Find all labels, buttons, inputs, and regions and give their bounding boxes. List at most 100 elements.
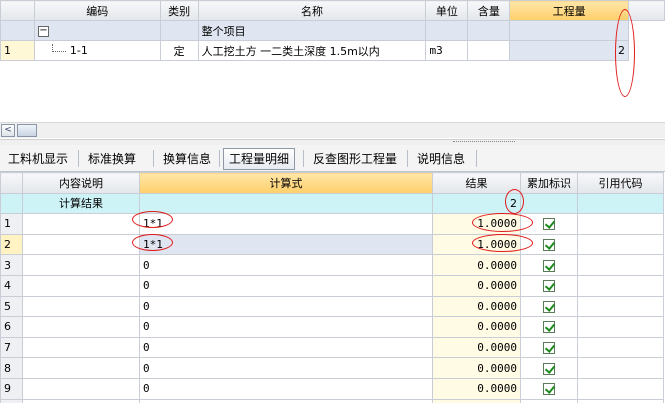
accumulate-checkbox[interactable]: [543, 362, 555, 375]
description-cell[interactable]: [22, 213, 140, 235]
description-cell[interactable]: [22, 254, 140, 276]
reference-code-cell[interactable]: [577, 336, 664, 359]
category-cell[interactable]: 定: [159, 40, 199, 61]
formula-cell[interactable]: 1*1: [139, 233, 433, 256]
horizontal-scrollbar[interactable]: <: [0, 122, 665, 138]
row-number[interactable]: 3: [0, 254, 23, 276]
accumulate-checkbox[interactable]: [543, 239, 555, 252]
scroll-left-button[interactable]: <: [1, 124, 15, 137]
accumulate-flag-cell[interactable]: [520, 233, 578, 256]
formula-cell[interactable]: 0: [139, 398, 433, 403]
formula-cell[interactable]: 0: [139, 357, 433, 379]
row-number[interactable]: 5: [0, 295, 23, 318]
total-project-row[interactable]: − 整个项目: [0, 20, 665, 41]
quantity-cell[interactable]: 2: [509, 40, 630, 61]
column-header-result[interactable]: 结果: [432, 172, 521, 194]
reference-code-cell[interactable]: [577, 357, 664, 379]
row-number[interactable]: 6: [0, 316, 23, 338]
description-cell[interactable]: [22, 377, 140, 400]
column-header-content[interactable]: 含量: [467, 0, 511, 21]
table-row[interactable]: 7 0 0.0000: [0, 336, 664, 359]
tab-quantity-detail[interactable]: 工程量明细: [223, 148, 296, 170]
row-number[interactable]: 7: [0, 336, 23, 359]
tab-conversion-info[interactable]: 换算信息: [157, 148, 217, 170]
reference-code-cell[interactable]: [577, 295, 664, 318]
table-row[interactable]: 6 0 0.0000: [0, 316, 664, 338]
table-row[interactable]: 1 1*1 1.0000: [0, 213, 664, 235]
reference-code-cell[interactable]: [577, 254, 664, 276]
accumulate-flag-cell[interactable]: [520, 336, 578, 359]
table-row[interactable]: 8 0 0.0000: [0, 357, 664, 379]
table-row[interactable]: 10 00.0000: [0, 398, 664, 403]
column-header-unit[interactable]: 单位: [425, 0, 469, 21]
column-header-category[interactable]: 类别: [159, 0, 199, 21]
table-row[interactable]: 5 0 0.0000: [0, 295, 664, 318]
formula-cell[interactable]: 0: [139, 254, 433, 276]
description-cell[interactable]: [22, 336, 140, 359]
accumulate-flag-cell[interactable]: [520, 398, 578, 403]
column-header-reference-code[interactable]: 引用代码: [577, 172, 664, 194]
formula-cell[interactable]: 0: [139, 377, 433, 400]
accumulate-flag-cell[interactable]: [520, 254, 578, 276]
accumulate-checkbox[interactable]: [543, 218, 555, 231]
name-cell[interactable]: 人工挖土方 一二类土深度 1.5m以内: [197, 40, 427, 61]
formula-cell[interactable]: 0: [139, 316, 433, 338]
table-row[interactable]: 4 0 0.0000: [0, 274, 664, 297]
formula-cell[interactable]: 0: [139, 295, 433, 318]
reference-code-cell[interactable]: [577, 377, 664, 400]
column-header-description[interactable]: 内容说明: [22, 172, 140, 194]
column-header-accumulate-flag[interactable]: 累加标识: [520, 172, 578, 194]
accumulate-flag-cell[interactable]: [520, 316, 578, 338]
accumulate-checkbox[interactable]: [543, 321, 555, 334]
accumulate-flag-cell[interactable]: [520, 213, 578, 235]
code-cell[interactable]: 1-1: [33, 40, 161, 61]
row-number[interactable]: 9: [0, 377, 23, 400]
table-row[interactable]: 1 1-1 定 人工挖土方 一二类土深度 1.5m以内 m3 2: [0, 40, 665, 61]
row-number[interactable]: 4: [0, 274, 23, 297]
table-row[interactable]: 9 0 0.0000: [0, 377, 664, 400]
content-cell[interactable]: [467, 40, 511, 61]
reference-code-cell[interactable]: [577, 398, 664, 403]
row-number[interactable]: 1: [0, 40, 35, 61]
reference-code-cell[interactable]: [577, 316, 664, 338]
tab-material-display[interactable]: 工料机显示: [2, 148, 74, 170]
description-cell[interactable]: [22, 233, 140, 256]
accumulate-flag-cell[interactable]: [520, 295, 578, 318]
reference-code-cell[interactable]: [577, 274, 664, 297]
accumulate-flag-cell[interactable]: [520, 274, 578, 297]
row-number[interactable]: 10: [0, 398, 23, 403]
tree-toggle-cell[interactable]: −: [33, 20, 161, 41]
description-cell[interactable]: [22, 357, 140, 379]
accumulate-checkbox[interactable]: [543, 280, 555, 293]
scrollbar-thumb[interactable]: [17, 124, 37, 137]
accumulate-checkbox[interactable]: [543, 300, 555, 313]
row-number[interactable]: 1: [0, 213, 23, 235]
description-cell[interactable]: [22, 398, 140, 403]
accumulate-flag-cell[interactable]: [520, 377, 578, 400]
table-row[interactable]: 3 0 0.0000: [0, 254, 664, 276]
column-header-formula[interactable]: 计算式: [139, 172, 433, 194]
description-cell[interactable]: [22, 316, 140, 338]
accumulate-checkbox[interactable]: [543, 342, 555, 355]
accumulate-checkbox[interactable]: [543, 259, 555, 272]
column-header-code[interactable]: 编码: [33, 0, 161, 21]
splitter-grip-icon[interactable]: [453, 141, 515, 144]
collapse-icon[interactable]: −: [37, 25, 49, 37]
description-cell[interactable]: [22, 274, 140, 297]
reference-code-cell[interactable]: [577, 233, 664, 256]
accumulate-checkbox[interactable]: [543, 383, 555, 396]
row-number[interactable]: 2: [0, 233, 23, 256]
tab-standard-conversion[interactable]: 标准换算: [82, 148, 142, 170]
formula-cell[interactable]: 0: [139, 274, 433, 297]
tab-reverse-lookup[interactable]: 反查图形工程量: [307, 148, 403, 170]
formula-cell[interactable]: 0: [139, 336, 433, 359]
accumulate-flag-cell[interactable]: [520, 357, 578, 379]
description-cell[interactable]: [22, 295, 140, 318]
column-header-name[interactable]: 名称: [197, 0, 427, 21]
formula-cell[interactable]: 1*1: [139, 213, 433, 235]
table-row[interactable]: 2 1*1 1.0000: [0, 233, 664, 256]
tab-description[interactable]: 说明信息: [411, 148, 471, 170]
unit-cell[interactable]: m3: [425, 40, 469, 61]
column-header-quantity[interactable]: 工程量: [509, 0, 630, 21]
row-number[interactable]: 8: [0, 357, 23, 379]
